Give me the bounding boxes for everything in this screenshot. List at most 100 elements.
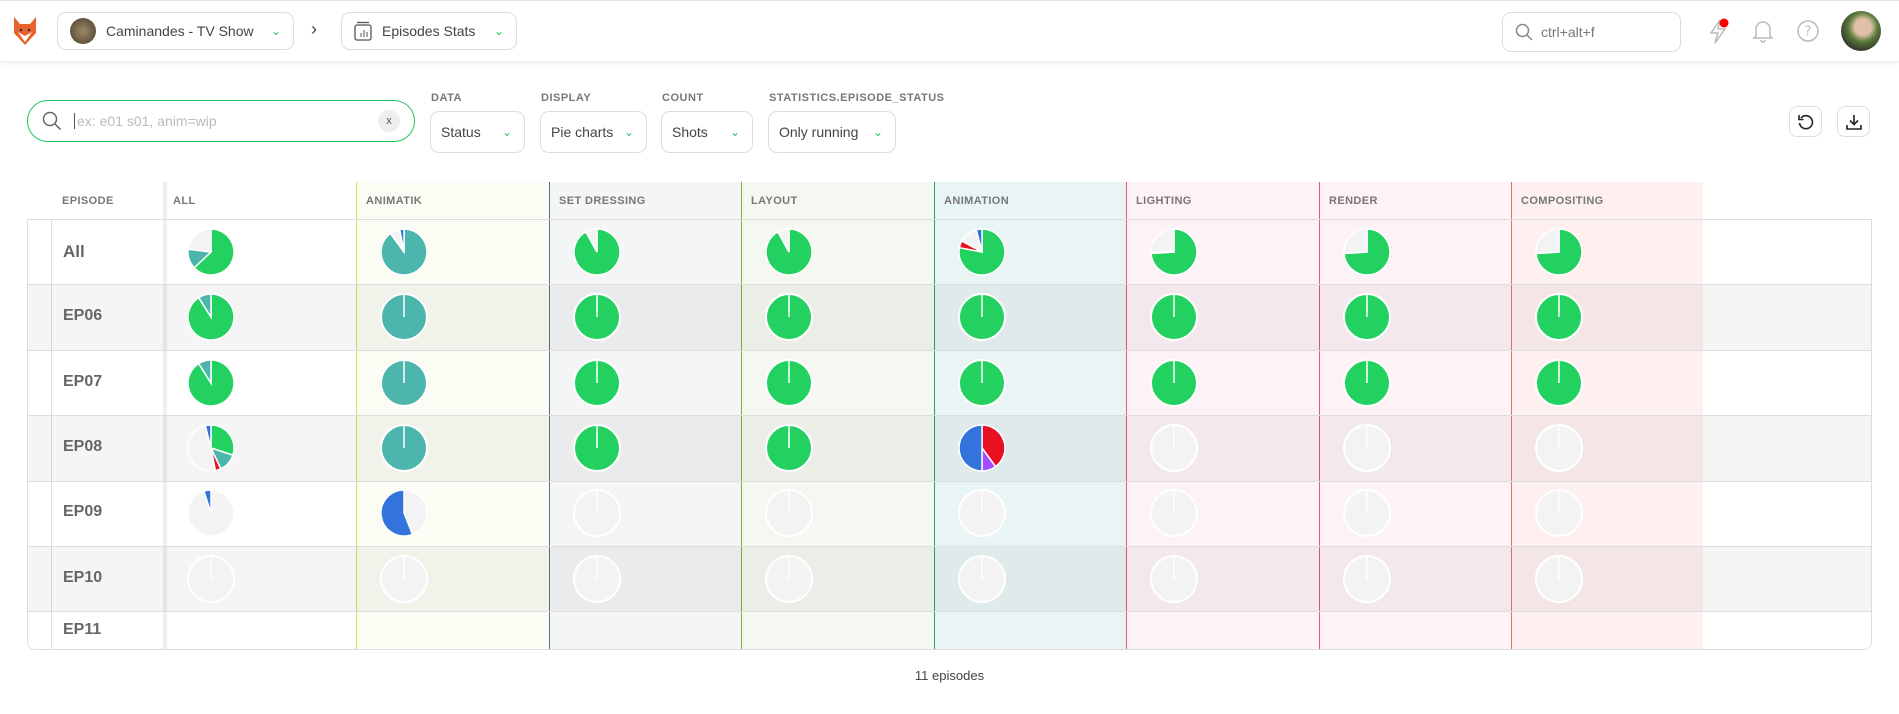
pie-chart-layout[interactable] <box>763 487 815 539</box>
episode-name[interactable]: EP09 <box>63 503 102 521</box>
section-selector[interactable]: Episodes Stats ⌄ <box>341 12 517 50</box>
episode-status-select[interactable]: Only running ⌄ <box>768 111 896 153</box>
table-row[interactable] <box>28 284 1871 350</box>
pie-chart-lighting[interactable] <box>1148 553 1200 605</box>
chevron-down-icon: ⌄ <box>729 125 740 139</box>
episode-status-select-value: Only running <box>779 124 859 140</box>
section-name: Episodes Stats <box>382 23 476 39</box>
table-row[interactable] <box>28 480 1871 546</box>
pie-chart-set-dressing[interactable] <box>571 422 623 474</box>
project-name: Caminandes - TV Show <box>106 23 254 39</box>
pie-chart-animatik[interactable] <box>378 487 430 539</box>
news-lightning-icon[interactable] <box>1706 17 1732 45</box>
pie-chart-layout[interactable] <box>763 226 815 278</box>
pie-chart-lighting[interactable] <box>1148 291 1200 343</box>
pie-chart-render[interactable] <box>1341 487 1393 539</box>
pie-chart-animatik[interactable] <box>378 226 430 278</box>
pie-chart-compositing[interactable] <box>1533 357 1585 409</box>
pie-chart-set-dressing[interactable] <box>571 226 623 278</box>
pie-chart-render[interactable] <box>1341 553 1393 605</box>
kitsu-logo-icon[interactable] <box>12 15 38 47</box>
pie-chart-render[interactable] <box>1341 422 1393 474</box>
pie-chart-render[interactable] <box>1341 291 1393 343</box>
pie-chart-set-dressing[interactable] <box>571 487 623 539</box>
pie-chart-all[interactable] <box>185 422 237 474</box>
pie-slice-gray <box>187 227 212 253</box>
display-select-value: Pie charts <box>551 124 614 140</box>
pie-chart-set-dressing[interactable] <box>571 291 623 343</box>
stats-icon <box>354 21 372 41</box>
display-select[interactable]: Pie charts ⌄ <box>540 111 647 153</box>
pie-chart-animatik[interactable] <box>378 291 430 343</box>
pie-chart-animation[interactable] <box>956 487 1008 539</box>
pie-chart-layout[interactable] <box>763 357 815 409</box>
column-header: ALL <box>173 194 196 207</box>
pie-chart-lighting[interactable] <box>1148 357 1200 409</box>
pie-chart-lighting[interactable] <box>1148 422 1200 474</box>
episode-search-input[interactable]: ex: e01 s01, anim=wip x <box>27 100 415 142</box>
pie-chart-render[interactable] <box>1341 226 1393 278</box>
reset-button[interactable] <box>1789 106 1822 137</box>
chevron-down-icon: ⌄ <box>623 125 634 139</box>
pie-chart-render[interactable] <box>1341 357 1393 409</box>
data-label: DATA <box>431 92 462 104</box>
count-select[interactable]: Shots ⌄ <box>661 111 753 153</box>
chevron-down-icon: ⌄ <box>493 24 504 38</box>
help-icon[interactable]: ? <box>1797 20 1819 42</box>
pie-chart-animation[interactable] <box>956 422 1008 474</box>
search-placeholder: ex: e01 s01, anim=wip <box>74 113 217 129</box>
pie-chart-all[interactable] <box>185 487 237 539</box>
reset-icon <box>1797 114 1813 129</box>
chevron-down-icon: ⌄ <box>501 125 512 139</box>
data-select[interactable]: Status ⌄ <box>430 111 525 153</box>
display-label: DISPLAY <box>541 92 592 104</box>
search-icon <box>42 111 62 131</box>
pie-chart-compositing[interactable] <box>1533 226 1585 278</box>
pie-chart-layout[interactable] <box>763 553 815 605</box>
table-row[interactable] <box>28 349 1871 415</box>
episode-name[interactable]: EP11 <box>63 621 101 639</box>
pie-chart-animation[interactable] <box>956 226 1008 278</box>
pie-chart-layout[interactable] <box>763 422 815 474</box>
pie-chart-compositing[interactable] <box>1533 553 1585 605</box>
pie-chart-animation[interactable] <box>956 357 1008 409</box>
clear-search-button[interactable]: x <box>378 110 400 132</box>
pie-chart-animation[interactable] <box>956 553 1008 605</box>
pie-chart-set-dressing[interactable] <box>571 357 623 409</box>
global-search-input[interactable]: ctrl+alt+f <box>1502 12 1681 52</box>
pie-slice-gray <box>1535 227 1560 254</box>
pie-chart-set-dressing[interactable] <box>571 553 623 605</box>
pie-chart-animatik[interactable] <box>378 553 430 605</box>
pie-chart-animatik[interactable] <box>378 357 430 409</box>
pie-chart-lighting[interactable] <box>1148 487 1200 539</box>
table-row[interactable] <box>28 546 1871 612</box>
user-avatar[interactable] <box>1841 11 1881 51</box>
episode-name[interactable]: All <box>63 242 85 262</box>
notifications-bell-icon[interactable] <box>1752 19 1774 43</box>
project-selector[interactable]: Caminandes - TV Show ⌄ <box>57 12 294 50</box>
pie-chart-all[interactable] <box>185 553 237 605</box>
episode-name[interactable]: EP10 <box>63 569 102 587</box>
pie-chart-animation[interactable] <box>956 291 1008 343</box>
download-icon <box>1845 114 1862 130</box>
episode-name[interactable]: EP06 <box>63 307 102 325</box>
pie-chart-compositing[interactable] <box>1533 487 1585 539</box>
download-button[interactable] <box>1837 106 1870 137</box>
table-row[interactable] <box>28 415 1871 481</box>
pie-chart-animatik[interactable] <box>378 422 430 474</box>
episode-count: 11 episodes <box>914 668 985 683</box>
episode-name[interactable]: EP08 <box>63 438 102 456</box>
episode-name[interactable]: EP07 <box>63 373 102 391</box>
breadcrumb-chevron-right-icon: › <box>311 19 317 39</box>
chevron-down-icon: ⌄ <box>270 24 281 38</box>
pie-chart-layout[interactable] <box>763 291 815 343</box>
table-row[interactable] <box>28 219 1871 284</box>
pie-chart-lighting[interactable] <box>1148 226 1200 278</box>
table-row[interactable] <box>28 611 1871 650</box>
pie-chart-all[interactable] <box>185 226 237 278</box>
pie-chart-all[interactable] <box>185 357 237 409</box>
column-header: RENDER <box>1329 194 1378 207</box>
pie-chart-compositing[interactable] <box>1533 291 1585 343</box>
pie-chart-compositing[interactable] <box>1533 422 1585 474</box>
pie-chart-all[interactable] <box>185 291 237 343</box>
